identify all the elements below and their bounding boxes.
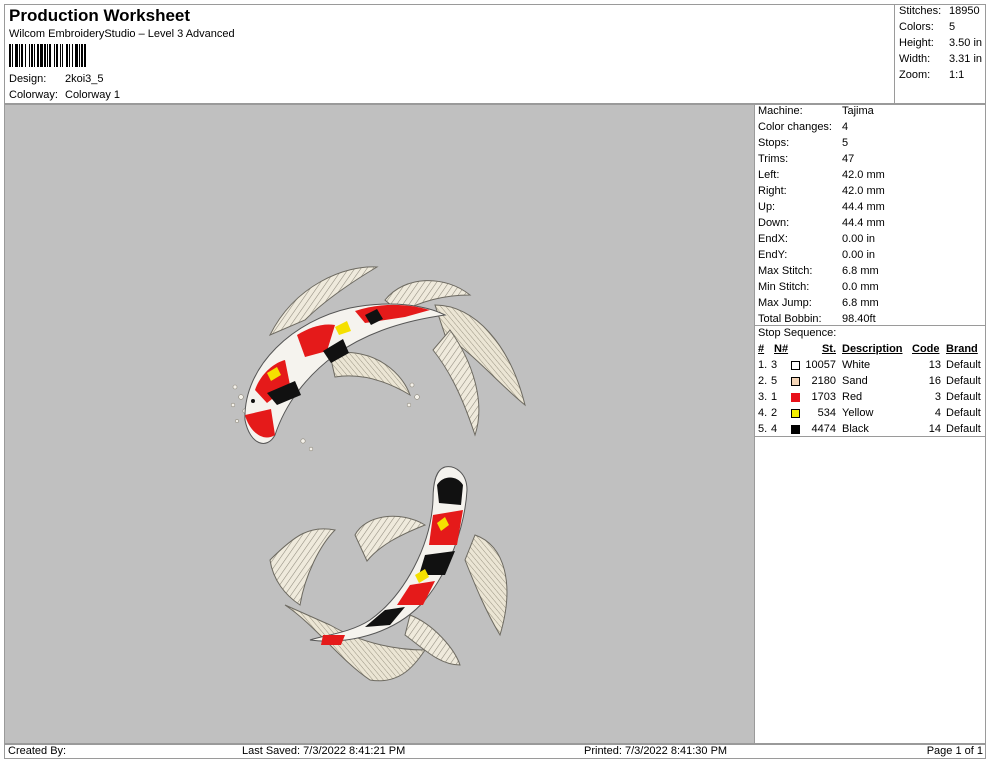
barcode-icon <box>9 44 86 67</box>
summary-stitches: Stitches: 18950 <box>899 5 980 17</box>
design-value: 2koi3_5 <box>65 73 104 85</box>
colorway-row: Colorway: Colorway 1 <box>9 89 120 101</box>
stat-endx: EndX: 0.00 in <box>758 233 876 245</box>
stop-sequence-divider <box>754 325 986 326</box>
stop-sequence-end-divider <box>754 436 986 437</box>
worksheet-footer <box>4 744 986 759</box>
printed-date: Printed: 7/3/2022 8:41:30 PM <box>584 745 728 757</box>
stat-down: Down: 44.4 mm <box>758 217 885 229</box>
summary-box: Stitches: 18950 Colors: 5 Height: 3.50 in W… <box>894 4 986 104</box>
summary-height: Height: 3.50 in <box>899 37 983 49</box>
col-header-stitches: St. <box>821 343 836 355</box>
stat-machine: Machine: Tajima <box>758 105 874 117</box>
colorway-value: Colorway 1 <box>65 89 121 101</box>
col-header-brand: Brand <box>946 343 978 355</box>
stat-up: Up: 44.4 mm <box>758 201 885 213</box>
color-swatch-black <box>791 425 800 434</box>
colorway-label: Colorway: <box>9 89 58 101</box>
stat-total-bobbin: Total Bobbin: 98.40ft <box>758 313 876 325</box>
page-number: Page 1 of 1 <box>926 745 983 757</box>
stat-trims: Trims: 47 <box>758 153 855 165</box>
stat-min-stitch: Min Stitch: 0.0 mm <box>758 281 879 293</box>
summary-colors: Colors: 5 <box>899 21 956 33</box>
page-title: Production Worksheet <box>9 6 191 25</box>
col-header-needle: N# <box>774 343 789 355</box>
col-header-description: Description <box>842 343 903 355</box>
software-subtitle: Wilcom EmbroideryStudio – Level 3 Advanc… <box>9 28 235 40</box>
color-swatch-sand <box>791 377 800 386</box>
design-row: Design: 2koi3_5 <box>9 73 104 85</box>
design-label: Design: <box>9 73 47 85</box>
color-swatch-yellow <box>791 409 800 418</box>
color-swatch-red <box>791 393 800 402</box>
stat-left: Left: 42.0 mm <box>758 169 885 181</box>
stop-sequence-title: Stop Sequence: <box>758 327 837 339</box>
stat-stops: Stops: 5 <box>758 137 849 149</box>
last-saved: Last Saved: 7/3/2022 8:41:21 PM <box>242 745 406 757</box>
koi-embroidery-image <box>230 266 526 682</box>
col-header-code: Code <box>912 343 940 355</box>
summary-zoom: Zoom: 1:1 <box>899 69 965 81</box>
created-by: Created By: <box>8 745 67 757</box>
stat-max-stitch: Max Stitch: 6.8 mm <box>758 265 879 277</box>
design-canvas[interactable] <box>4 104 755 744</box>
stat-endy: EndY: 0.00 in <box>758 249 876 261</box>
color-swatch-white <box>791 361 800 370</box>
col-header-index: # <box>758 343 765 355</box>
stat-right: Right: 42.0 mm <box>758 185 885 197</box>
summary-width: Width: 3.31 in <box>899 53 983 65</box>
stat-color-changes: Color changes: 4 <box>758 121 849 133</box>
stat-max-jump: Max Jump: 6.8 mm <box>758 297 879 309</box>
